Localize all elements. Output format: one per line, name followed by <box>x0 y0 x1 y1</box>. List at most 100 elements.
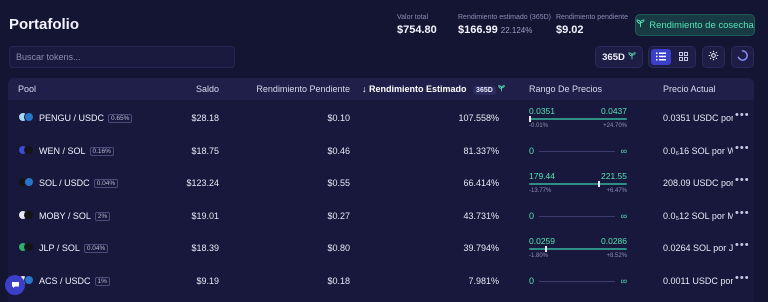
stat-label: Rendimiento pendiente <box>556 14 628 21</box>
pool-pair: JLP / SOL <box>39 243 80 253</box>
column-header-range[interactable]: Rango De Precios <box>529 84 602 94</box>
pool-pair: PENGU / USDC <box>39 113 105 123</box>
pool-token-icons <box>18 242 34 252</box>
fee-badge: 0.04% <box>83 244 109 253</box>
saldo-value: $9.19 <box>196 275 219 286</box>
range-zero: 0 <box>529 145 535 156</box>
refresh-button[interactable] <box>731 46 754 68</box>
pending-yield-value: $0.18 <box>327 275 350 286</box>
list-view-icon <box>656 48 666 66</box>
current-price-marker <box>529 116 531 122</box>
token-b-icon <box>24 274 34 285</box>
range-zero: 0 <box>529 210 535 221</box>
range-line <box>539 280 615 282</box>
pool-name: JLP / SOL 0.04% <box>39 243 109 253</box>
fee-badge: 2% <box>94 211 111 221</box>
table-row[interactable]: ACS / USDC 1% $9.19 $0.18 7.981% 0 ∞ 0.0011 USD… <box>8 264 754 296</box>
range-infinity: ∞ <box>620 275 627 286</box>
page-title: Portafolio <box>9 16 79 33</box>
range-high: 221.55 <box>601 171 627 181</box>
range-infinity: ∞ <box>620 210 627 221</box>
estimated-yield-value: 43.731% <box>463 210 499 221</box>
range-low: 0.0351 <box>529 106 555 116</box>
harvest-yield-button[interactable]: Rendimiento de cosecha <box>635 14 755 36</box>
view-toggle <box>648 46 696 68</box>
range-zero: 0 <box>529 275 535 286</box>
table-row[interactable]: SOL / USDC 0.04% $123.24 $0.55 66.414% 179.44… <box>8 166 754 198</box>
column-header-saldo[interactable]: Saldo <box>196 84 219 94</box>
table-row[interactable]: MOBY / SOL 2% $19.01 $0.27 43.731% 0 ∞ 0.0₅12 S… <box>8 199 754 231</box>
table-row[interactable]: JLP / SOL 0.04% $18.39 $0.80 39.794% 0.0259 0.… <box>8 231 754 263</box>
pending-yield-value: $0.80 <box>327 243 350 253</box>
pending-yield-value: $0.46 <box>327 145 350 156</box>
current-price: 0.0011 USDC por ACS <box>663 275 733 286</box>
range-low-percent: -1.80% <box>529 253 549 259</box>
pool-pair: ACS / USDC <box>39 275 91 286</box>
token-b-icon <box>24 112 34 122</box>
fee-badge: 0.16% <box>89 146 114 156</box>
grid-view-icon <box>678 48 688 66</box>
chat-icon <box>11 276 20 294</box>
stat-label: Rendimiento estimado (365D) <box>458 14 551 21</box>
token-b-icon <box>24 209 34 220</box>
loading-spinner-icon <box>737 48 748 66</box>
stat-pending-yield: Rendimiento pendiente $9.02 <box>556 14 628 36</box>
table-header: Pool Saldo Rendimiento Pendiente ↓ Rendi… <box>8 78 754 100</box>
period-select[interactable]: 365D <box>595 46 643 68</box>
more-dots-icon[interactable]: ••• <box>735 142 750 154</box>
saldo-value: $123.24 <box>186 178 219 188</box>
harvest-yield-label: Rendimiento de cosecha <box>649 19 754 31</box>
pool-name: SOL / USDC 0.04% <box>39 178 119 188</box>
current-price: 0.0351 USDC por PENGU <box>663 113 733 123</box>
price-range-bar: 0.0259 0.0286 -1.80% +8.52% <box>529 236 627 260</box>
settings-button[interactable] <box>702 46 725 68</box>
column-header-estimated-label: Rendimiento Estimado <box>369 84 467 94</box>
current-price: 208.09 USDC por SOL <box>663 178 733 188</box>
period-select-value: 365D <box>602 51 625 63</box>
column-header-price[interactable]: Precio Actual <box>663 84 716 94</box>
table-row[interactable]: PENGU / USDC 0.65% $28.18 $0.10 107.558% 0.03… <box>8 101 754 133</box>
estimated-yield-value: 107.558% <box>458 113 499 123</box>
pool-name: PENGU / USDC 0.65% <box>39 113 133 123</box>
pool-name: MOBY / SOL 2% <box>39 210 111 221</box>
pool-name: ACS / USDC 1% <box>39 276 110 286</box>
stat-value: $166.99 22.124% <box>458 24 551 36</box>
fee-badge: 0.04% <box>93 179 119 188</box>
column-header-pending[interactable]: Rendimiento Pendiente <box>256 84 350 94</box>
range-high-percent: +8.52% <box>606 253 627 259</box>
search-input[interactable] <box>9 46 235 68</box>
range-low: 179.44 <box>529 171 555 181</box>
range-high-percent: +24.70% <box>603 123 627 129</box>
estimated-yield-value: 39.794% <box>463 243 499 253</box>
pending-yield-value: $0.27 <box>327 210 350 221</box>
pending-yield-value: $0.10 <box>327 113 350 123</box>
range-high: 0.0437 <box>601 106 627 116</box>
more-dots-icon[interactable]: ••• <box>735 239 750 251</box>
table-row[interactable]: WEN / SOL 0.16% $18.75 $0.46 81.337% 0 ∞ 0.0₆16… <box>8 134 754 166</box>
grid-view-button[interactable] <box>673 49 693 65</box>
range-line <box>539 150 615 152</box>
saldo-value: $19.01 <box>191 210 219 221</box>
stat-label: Valor total <box>397 14 428 21</box>
fee-badge: 1% <box>94 276 110 286</box>
list-view-button[interactable] <box>651 49 671 65</box>
more-dots-icon[interactable]: ••• <box>735 272 750 284</box>
column-header-pool[interactable]: Pool <box>18 84 36 94</box>
pool-token-icons <box>18 177 34 187</box>
range-low: 0.0259 <box>529 236 555 246</box>
pool-pair: MOBY / SOL <box>39 210 91 221</box>
range-low-percent: -0.01% <box>529 123 549 129</box>
chat-button[interactable] <box>5 275 25 295</box>
pool-name: WEN / SOL 0.16% <box>39 146 114 156</box>
more-dots-icon[interactable]: ••• <box>735 207 750 219</box>
pending-yield-value: $0.55 <box>327 178 350 188</box>
stat-value-percent: 22.124% <box>500 26 533 35</box>
period-badge: 365D <box>473 86 496 95</box>
more-dots-icon[interactable]: ••• <box>735 109 750 121</box>
estimated-yield-value: 66.414% <box>463 178 499 188</box>
current-price: 0.0₅12 SOL por MOBY <box>663 210 733 221</box>
stat-value-amount: $166.99 <box>458 24 498 36</box>
column-header-estimated[interactable]: ↓ Rendimiento Estimado 365D <box>362 84 506 95</box>
more-dots-icon[interactable]: ••• <box>735 174 750 186</box>
range-track <box>529 118 627 120</box>
